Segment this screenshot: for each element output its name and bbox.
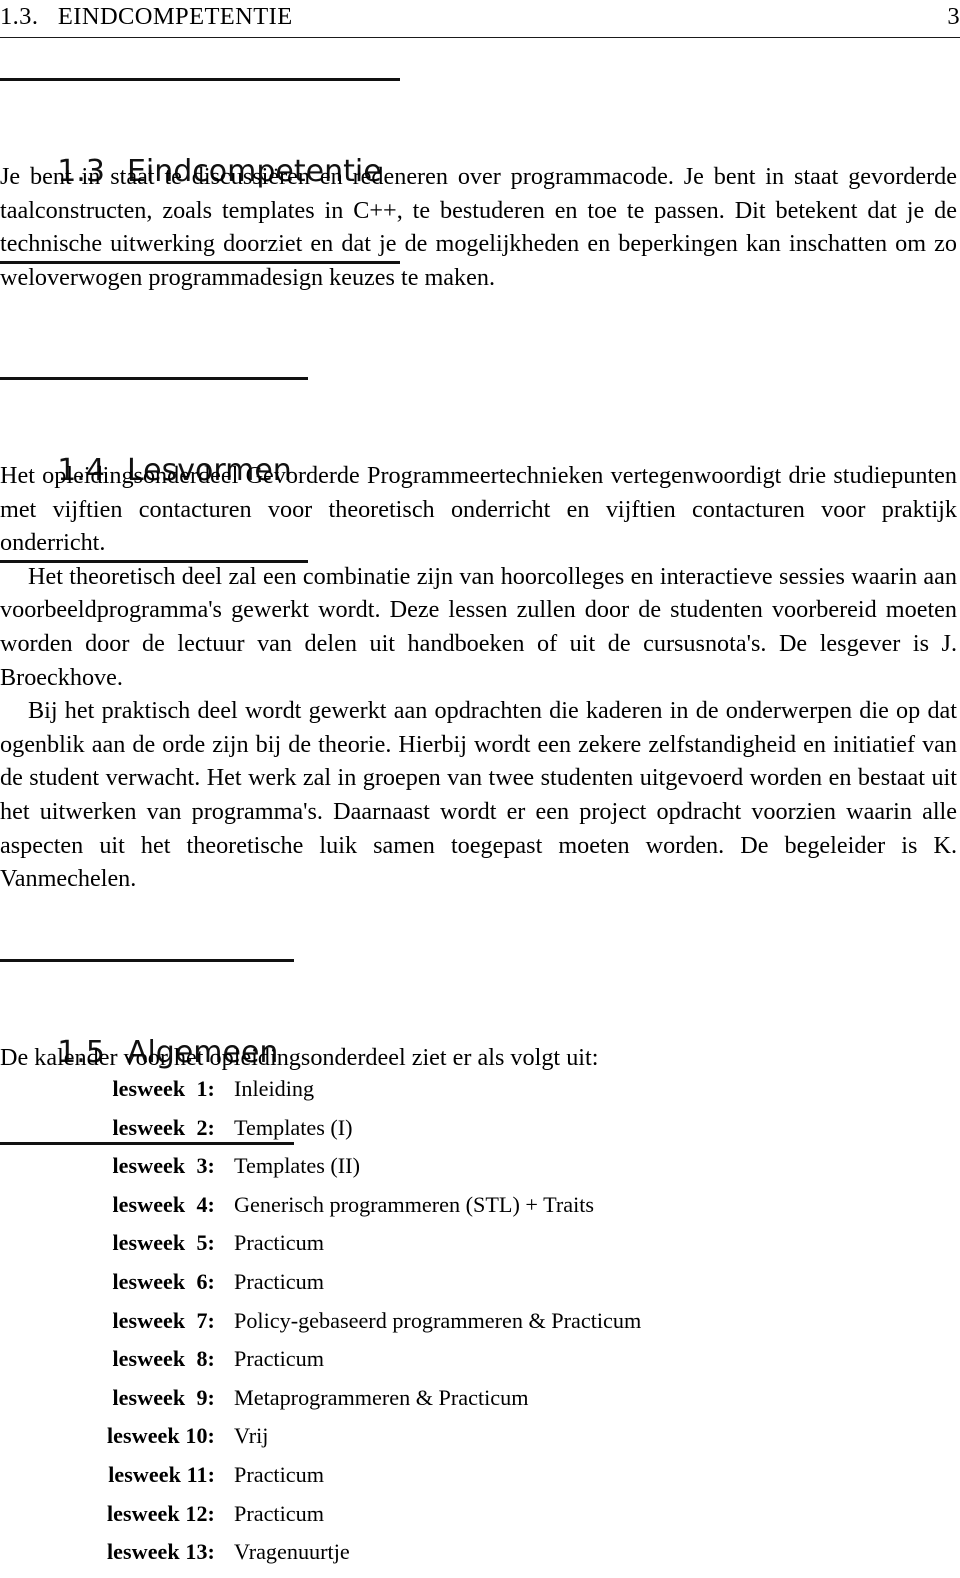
calendar-list: lesweek 1: Inleiding lesweek 2: Template… bbox=[0, 1076, 960, 1578]
week-description: Generisch programmeren (STL) + Traits bbox=[234, 1191, 595, 1217]
week-label: lesweek 7: bbox=[112, 1307, 215, 1333]
running-head-rule bbox=[0, 37, 960, 38]
section-1-3: 1.3 Eindcompetentie Je bent in staat te d… bbox=[0, 78, 960, 291]
paragraph: Het theoretisch deel zal een combinatie … bbox=[0, 562, 957, 691]
list-item: lesweek 3: Templates (II) bbox=[0, 1153, 960, 1192]
week-description: Practicum bbox=[234, 1500, 324, 1526]
list-item: lesweek 4: Generisch programmeren (STL) … bbox=[0, 1192, 960, 1231]
running-head-chapter-title: 1.3. EINDCOMPETENTIE bbox=[0, 3, 293, 30]
week-description: Vrij bbox=[234, 1423, 269, 1449]
week-label: lesweek 6: bbox=[112, 1268, 215, 1294]
week-label: lesweek 2: bbox=[112, 1114, 215, 1140]
paragraph: Bij het praktisch deel wordt gewerkt aan… bbox=[0, 697, 957, 893]
week-label: lesweek 4: bbox=[112, 1191, 215, 1217]
week-label: lesweek 1: bbox=[112, 1076, 215, 1101]
running-head: 1.3. EINDCOMPETENTIE 3 bbox=[0, 4, 960, 40]
list-item: lesweek 2: Templates (I) bbox=[0, 1115, 960, 1154]
week-description: Templates (I) bbox=[234, 1114, 353, 1140]
week-label: lesweek 12: bbox=[106, 1500, 215, 1526]
list-item: lesweek 5: Practicum bbox=[0, 1230, 960, 1269]
week-description: Practicum bbox=[234, 1346, 324, 1372]
week-description: Policy-gebaseerd programmeren & Practicu… bbox=[234, 1307, 642, 1333]
section-1-3-body: Je bent in staat te discussiëren en rede… bbox=[0, 160, 957, 294]
paragraph: De kalender voor het opleidingsonderdeel… bbox=[0, 1044, 599, 1071]
list-item: lesweek 1: Inleiding bbox=[0, 1076, 960, 1115]
week-label: lesweek 13: bbox=[106, 1539, 215, 1565]
section-heading-rule-top bbox=[0, 959, 295, 962]
list-item: lesweek 12: Practicum bbox=[0, 1501, 960, 1540]
list-item: lesweek 8: Practicum bbox=[0, 1346, 960, 1385]
section-1-4-body: Het opleidingsonderdeel Gevorderde Progr… bbox=[0, 459, 957, 896]
page-number: 3 bbox=[947, 3, 960, 30]
paragraph: Het opleidingsonderdeel Gevorderde Progr… bbox=[0, 462, 957, 557]
week-label: lesweek 9: bbox=[112, 1384, 215, 1410]
list-item: lesweek 7: Policy-gebaseerd programmeren… bbox=[0, 1308, 960, 1347]
list-item: lesweek 9: Metaprogrammeren & Practicum bbox=[0, 1385, 960, 1424]
week-description: Templates (II) bbox=[234, 1153, 360, 1179]
section-heading-rule-top bbox=[0, 377, 308, 380]
section-1-5-body: De kalender voor het opleidingsonderdeel… bbox=[0, 1041, 957, 1075]
list-item: lesweek 13: Vragenuurtje bbox=[0, 1539, 960, 1578]
week-label: lesweek 11: bbox=[108, 1461, 215, 1487]
week-label: lesweek 8: bbox=[112, 1346, 215, 1372]
week-description: Practicum bbox=[234, 1230, 324, 1256]
document-page: 1.3. EINDCOMPETENTIE 3 1.3 Eindcompetenti… bbox=[0, 0, 960, 1564]
week-label: lesweek 3: bbox=[112, 1153, 215, 1179]
week-description: Practicum bbox=[234, 1461, 324, 1487]
week-description: Practicum bbox=[234, 1268, 324, 1294]
list-item: lesweek 10: Vrij bbox=[0, 1423, 960, 1462]
week-description: Metaprogrammeren & Practicum bbox=[234, 1384, 529, 1410]
list-item: lesweek 6: Practicum bbox=[0, 1269, 960, 1308]
section-heading-rule-top bbox=[0, 78, 400, 81]
section-1-4: 1.4 Lesvormen Het opleidingsonderdeel Gev… bbox=[0, 377, 960, 892]
list-item: lesweek 11: Practicum bbox=[0, 1462, 960, 1501]
paragraph: Je bent in staat te discussiëren en rede… bbox=[0, 163, 957, 291]
week-label: lesweek 10: bbox=[106, 1423, 215, 1449]
week-description: Vragenuurtje bbox=[234, 1539, 350, 1565]
week-description: Inleiding bbox=[234, 1076, 315, 1101]
week-label: lesweek 5: bbox=[112, 1230, 215, 1256]
